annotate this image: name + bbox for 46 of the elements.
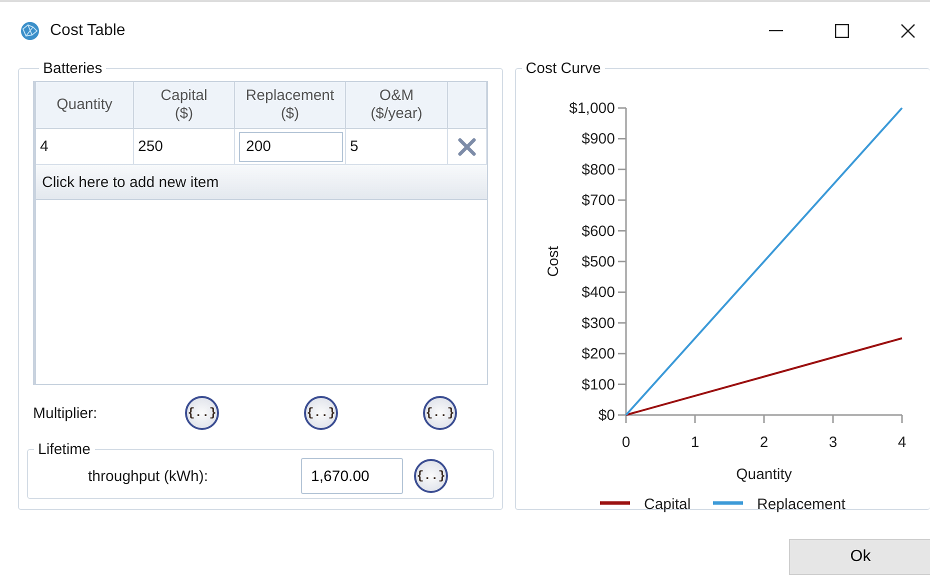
group-title: Lifetime <box>37 441 92 458</box>
throughput-input-field[interactable]: 1,670.00 <box>301 458 403 494</box>
x-tick-label: 4 <box>898 434 906 451</box>
y-tick-label: $200 <box>581 346 615 363</box>
y-tick-label: $400 <box>581 284 615 302</box>
y-tick-label: $1,000 <box>568 100 615 117</box>
x-axis-title: Quantity <box>736 466 792 483</box>
ok-button[interactable]: Ok <box>789 539 930 575</box>
cell-text: 4 <box>40 138 48 155</box>
column-header[interactable]: O&M ($/year) <box>346 82 448 129</box>
panel-title: Batteries <box>42 60 104 77</box>
expression-button[interactable]: {..} <box>423 396 457 430</box>
close-icon[interactable] <box>901 24 915 38</box>
y-tick-label: $700 <box>581 192 615 210</box>
column-header[interactable]: Replacement ($) <box>235 82 346 129</box>
expression-button[interactable]: {..} <box>185 396 219 430</box>
x-tick-label: 0 <box>622 434 630 451</box>
y-tick-label: $100 <box>581 376 615 394</box>
cell-text: 250 <box>138 138 164 155</box>
y-tick-label: $500 <box>581 254 615 270</box>
y-axis-title: Cost <box>544 246 562 277</box>
globe-icon <box>20 21 40 41</box>
cell-text: 5 <box>350 138 358 155</box>
column-header[interactable]: Capital ($) <box>134 82 235 129</box>
y-tick-label: $0 <box>598 407 615 424</box>
throughput-label: throughput (kWh): <box>88 468 210 484</box>
y-tick-label: $800 <box>581 161 615 178</box>
legend-label: Capital <box>644 496 690 513</box>
maximize-icon[interactable] <box>835 24 849 38</box>
x-tick-label: 3 <box>828 434 837 451</box>
add-item-row[interactable]: Click here to add new item <box>36 165 487 200</box>
legend-label: Replacement <box>756 496 846 513</box>
window-title: Cost Table <box>50 22 126 40</box>
panel-title: Cost Curve <box>524 60 602 77</box>
y-tick-label: $600 <box>581 222 615 240</box>
column-header[interactable]: Quantity <box>36 82 134 129</box>
expression-button[interactable]: {..} <box>304 396 338 430</box>
x-tick-label: 2 <box>760 434 768 451</box>
x-tick-label: 1 <box>690 434 699 451</box>
expression-button[interactable]: {..} <box>414 459 448 493</box>
multiplier-label: Multiplier: <box>33 404 98 422</box>
cell-input-field[interactable]: 200 <box>239 132 343 162</box>
delete-icon[interactable] <box>456 138 477 156</box>
y-tick-label: $300 <box>581 314 615 332</box>
minimize-icon[interactable] <box>769 30 783 32</box>
y-tick-label: $900 <box>581 130 615 148</box>
